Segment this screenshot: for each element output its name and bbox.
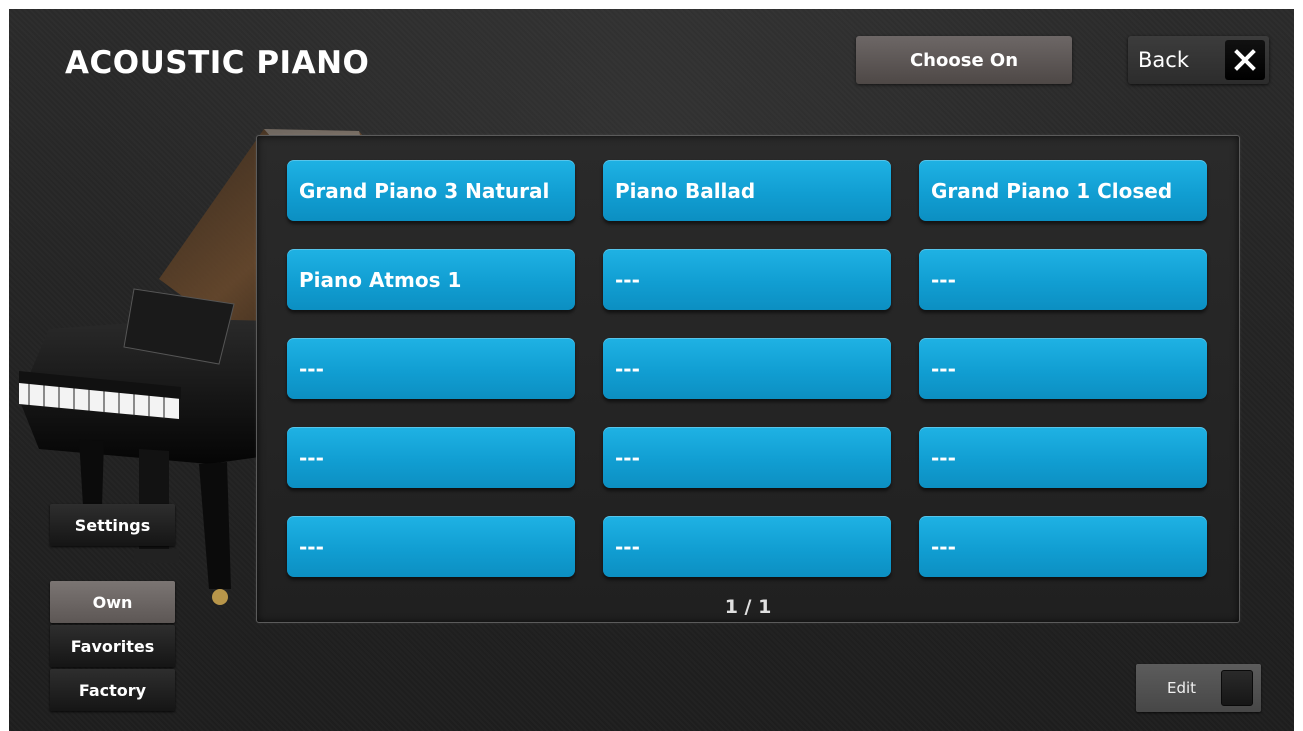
preset-button[interactable]: Grand Piano 3 Natural bbox=[287, 160, 575, 221]
screen: ACOUSTIC PIANO Choose On Back Grand Pian… bbox=[9, 9, 1294, 731]
preset-button[interactable]: --- bbox=[919, 249, 1207, 310]
close-icon bbox=[1234, 49, 1256, 71]
edit-button[interactable]: Edit bbox=[1136, 664, 1261, 712]
preset-button[interactable]: --- bbox=[919, 516, 1207, 577]
preset-grid: Grand Piano 3 Natural Piano Ballad Grand… bbox=[287, 160, 1207, 577]
choose-on-button[interactable]: Choose On bbox=[856, 36, 1072, 84]
page-title: ACOUSTIC PIANO bbox=[65, 45, 370, 81]
preset-button[interactable]: --- bbox=[603, 427, 891, 488]
settings-button[interactable]: Settings bbox=[50, 504, 175, 546]
preset-button[interactable]: --- bbox=[603, 516, 891, 577]
edit-toggle-indicator bbox=[1221, 670, 1253, 706]
preset-button[interactable]: --- bbox=[603, 338, 891, 399]
preset-button[interactable]: --- bbox=[287, 516, 575, 577]
preset-button[interactable]: --- bbox=[919, 427, 1207, 488]
preset-button[interactable]: Grand Piano 1 Closed bbox=[919, 160, 1207, 221]
tab-favorites[interactable]: Favorites bbox=[50, 625, 175, 667]
preset-button[interactable]: Piano Atmos 1 bbox=[287, 249, 575, 310]
back-button-group: Back bbox=[1128, 36, 1269, 84]
edit-label: Edit bbox=[1167, 679, 1197, 697]
preset-button[interactable]: --- bbox=[287, 427, 575, 488]
preset-panel: Grand Piano 3 Natural Piano Ballad Grand… bbox=[256, 135, 1240, 623]
preset-button[interactable]: --- bbox=[287, 338, 575, 399]
preset-button[interactable]: Piano Ballad bbox=[603, 160, 891, 221]
tab-factory[interactable]: Factory bbox=[50, 669, 175, 711]
preset-button[interactable]: --- bbox=[919, 338, 1207, 399]
tab-own[interactable]: Own bbox=[50, 581, 175, 623]
page-indicator: 1 / 1 bbox=[724, 596, 772, 618]
preset-button[interactable]: --- bbox=[603, 249, 891, 310]
close-button[interactable] bbox=[1225, 40, 1265, 80]
back-button[interactable]: Back bbox=[1138, 48, 1189, 72]
